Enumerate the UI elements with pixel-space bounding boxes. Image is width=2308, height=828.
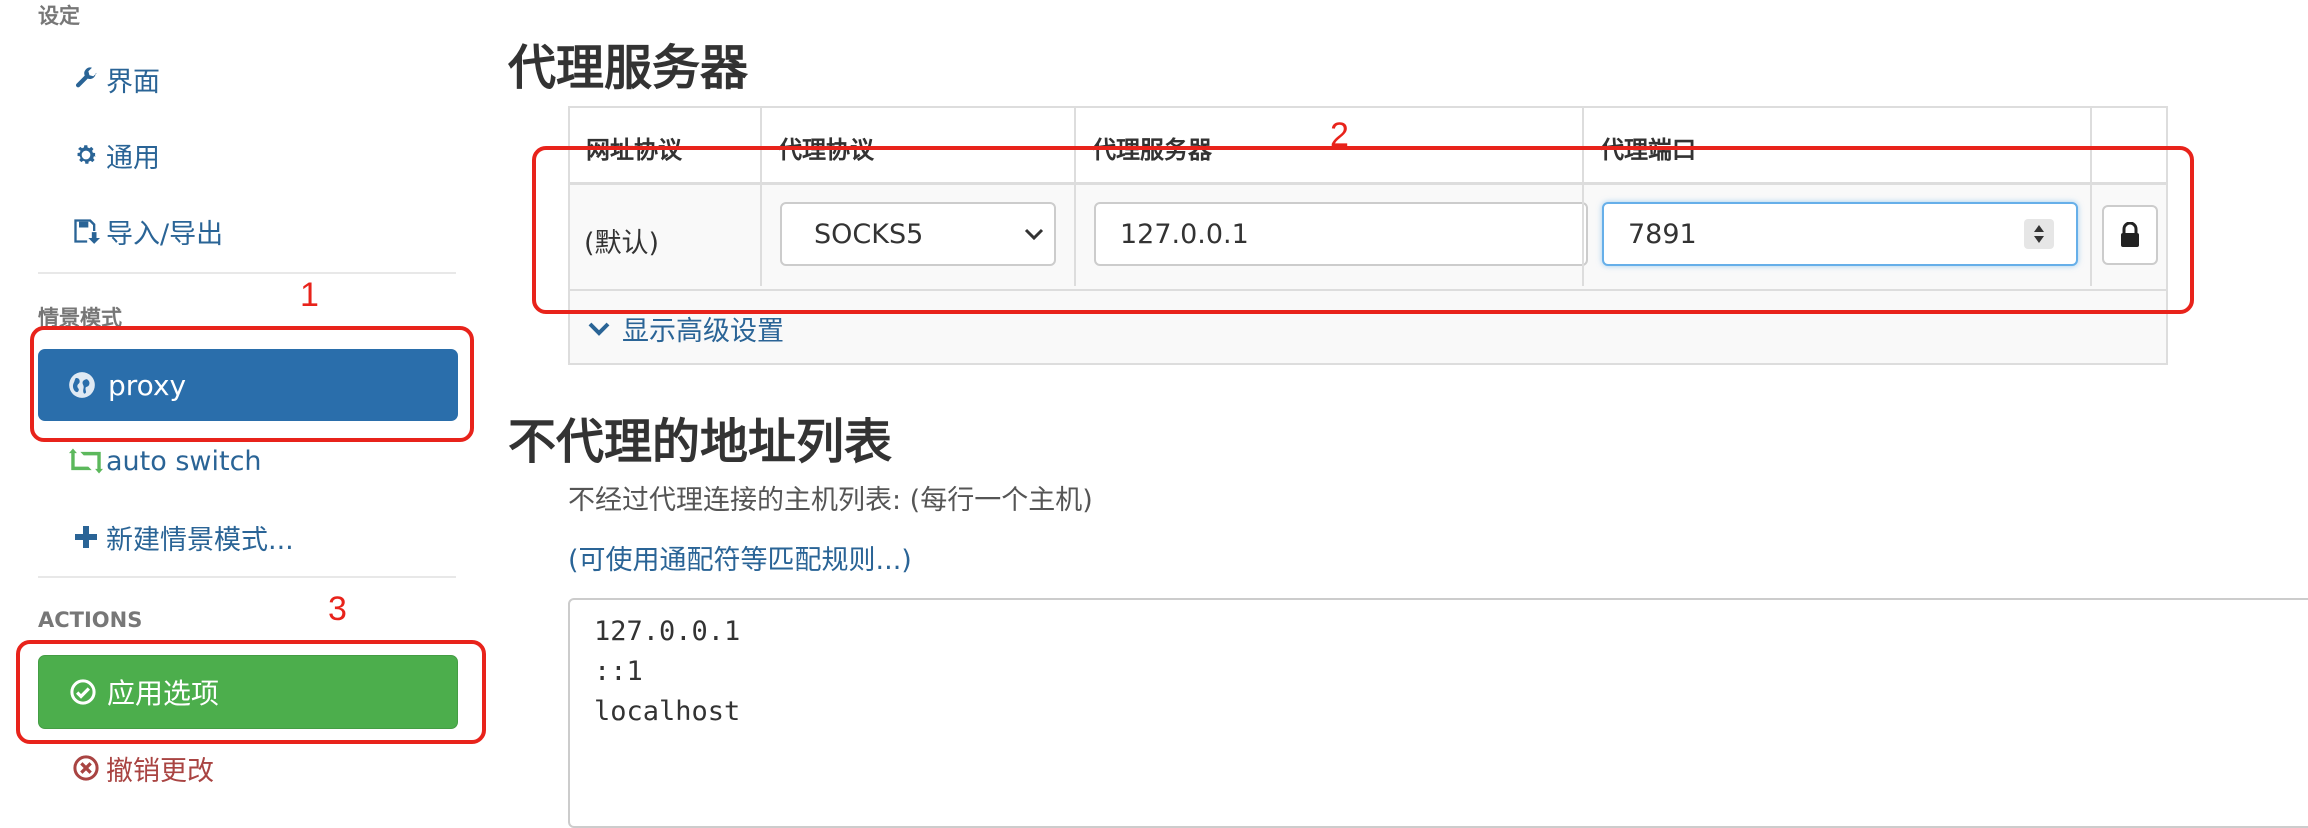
bypass-rules-link[interactable]: (可使用通配符等匹配规则...): [568, 538, 912, 577]
sidebar-item-import-export[interactable]: 导入/导出: [38, 196, 458, 266]
retweet-icon: [68, 448, 104, 474]
annotation-box-1: [30, 326, 474, 442]
annotation-box-2: [532, 146, 2194, 314]
annotation-box-3: [16, 640, 486, 744]
wrench-icon: [68, 66, 104, 92]
sidebar-item-label: 导入/导出: [106, 218, 224, 250]
sidebar-item-label: 新建情景模式...: [106, 524, 294, 556]
floppy-icon: [68, 217, 104, 245]
show-advanced-label: 显示高级设置: [622, 316, 784, 347]
annotation-label-3: 3: [328, 590, 347, 628]
annotation-label-1: 1: [300, 276, 319, 314]
sidebar-item-new-profile[interactable]: 新建情景模式...: [38, 502, 458, 572]
sidebar-item-label: 通用: [106, 142, 160, 174]
sidebar-item-general[interactable]: 通用: [38, 120, 458, 190]
divider: [38, 272, 456, 274]
bypass-section-title: 不代理的地址列表: [508, 414, 893, 470]
annotation-label-2: 2: [1330, 116, 1349, 154]
proxy-section-title: 代理服务器: [508, 40, 749, 96]
x-circle-icon: [68, 754, 104, 782]
gear-icon: [68, 142, 104, 168]
actions-header: ACTIONS: [38, 608, 143, 632]
plus-icon: [68, 525, 104, 549]
bypass-list-textarea[interactable]: 127.0.0.1 ::1 localhost: [568, 598, 2308, 828]
sidebar-item-label: auto switch: [106, 445, 262, 477]
bypass-help-text: 不经过代理连接的主机列表: (每行一个主机): [568, 485, 1093, 516]
divider: [38, 576, 456, 578]
show-advanced-link[interactable]: 显示高级设置: [588, 309, 784, 348]
settings-header: 设定: [38, 4, 80, 28]
chevron-down-icon: [588, 321, 610, 337]
sidebar-item-interface[interactable]: 界面: [38, 44, 458, 114]
revert-label: 撤销更改: [106, 755, 214, 787]
sidebar-item-label: 界面: [106, 66, 160, 98]
